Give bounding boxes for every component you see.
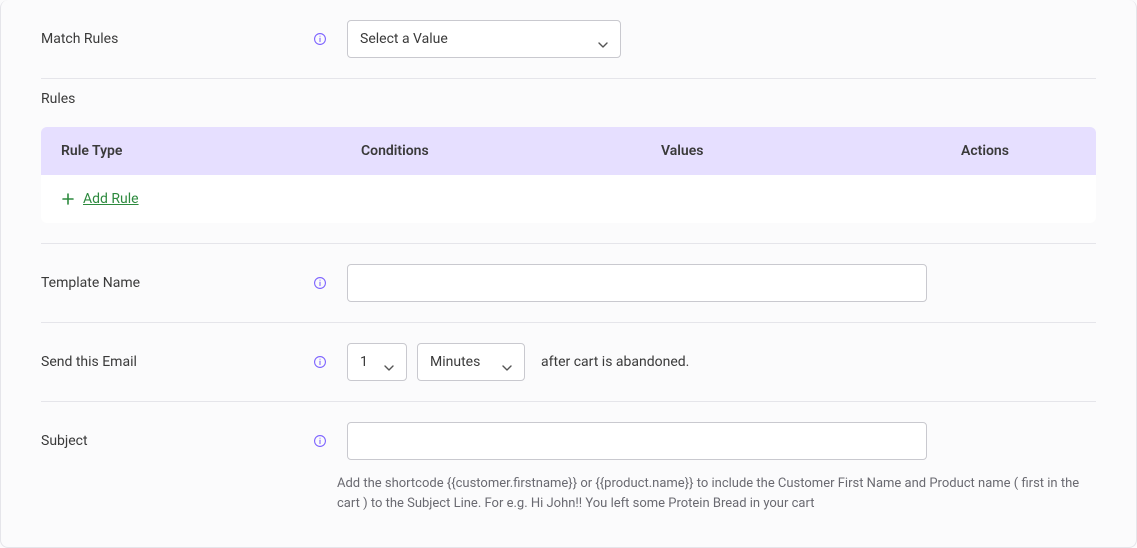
template-name-row: Template Name — [1, 244, 1136, 322]
match-rules-select-value: Select a Value — [360, 31, 448, 47]
rules-body-row: Add Rule — [41, 175, 1096, 223]
subject-row: Subject — [41, 422, 1096, 460]
chevron-down-icon — [384, 359, 394, 365]
help-spacer-icon — [313, 474, 337, 514]
subject-label: Subject — [41, 433, 313, 449]
send-email-controls: 1 Minutes after cart is abandoned. — [313, 343, 689, 381]
match-rules-select[interactable]: Select a Value — [347, 20, 621, 58]
info-icon-wrap — [313, 32, 337, 46]
info-icon-wrap — [313, 434, 337, 448]
add-rule-button[interactable]: Add Rule — [61, 191, 139, 207]
col-header-values: Values — [661, 143, 961, 159]
col-header-type: Rule Type — [61, 143, 361, 159]
help-spacer — [41, 474, 313, 514]
send-delay-number-value: 1 — [360, 354, 368, 370]
template-name-controls — [313, 264, 927, 302]
rules-heading: Rules — [1, 79, 1136, 127]
form-panel: Match Rules Select a Value Rules — [0, 0, 1137, 548]
info-icon[interactable] — [313, 32, 327, 46]
match-rules-label: Match Rules — [41, 31, 313, 47]
match-rules-row: Match Rules Select a Value — [1, 0, 1136, 78]
info-icon[interactable] — [313, 276, 327, 290]
send-delay-unit-value: Minutes — [430, 354, 480, 370]
send-delay-after-text: after cart is abandoned. — [541, 354, 689, 370]
subject-section: Subject — [1, 402, 1136, 474]
info-icon[interactable] — [313, 355, 327, 369]
plus-icon — [61, 192, 75, 206]
rules-table: Rule Type Conditions Values Actions Add … — [41, 127, 1096, 223]
col-header-conditions: Conditions — [361, 143, 661, 159]
info-icon[interactable] — [313, 434, 327, 448]
template-name-input[interactable] — [347, 264, 927, 302]
subject-help-text: Add the shortcode {{customer.firstname}}… — [337, 474, 1096, 514]
subject-input[interactable] — [347, 422, 927, 460]
subject-controls — [313, 422, 927, 460]
send-email-label: Send this Email — [41, 354, 313, 370]
send-delay-unit-select[interactable]: Minutes — [417, 343, 525, 381]
info-icon-wrap — [313, 276, 337, 290]
template-name-label: Template Name — [41, 275, 313, 291]
send-email-row: Send this Email 1 Minutes — [1, 323, 1136, 401]
spacer — [1, 223, 1136, 243]
match-rules-controls: Select a Value — [313, 20, 621, 58]
chevron-down-icon — [502, 359, 512, 365]
send-delay-number-select[interactable]: 1 — [347, 343, 407, 381]
rules-header-row: Rule Type Conditions Values Actions — [41, 127, 1096, 175]
subject-help-wrap: Add the shortcode {{customer.firstname}}… — [1, 474, 1136, 534]
add-rule-label: Add Rule — [83, 191, 139, 207]
info-icon-wrap — [313, 355, 337, 369]
chevron-down-icon — [598, 36, 608, 42]
col-header-actions: Actions — [961, 143, 1076, 159]
